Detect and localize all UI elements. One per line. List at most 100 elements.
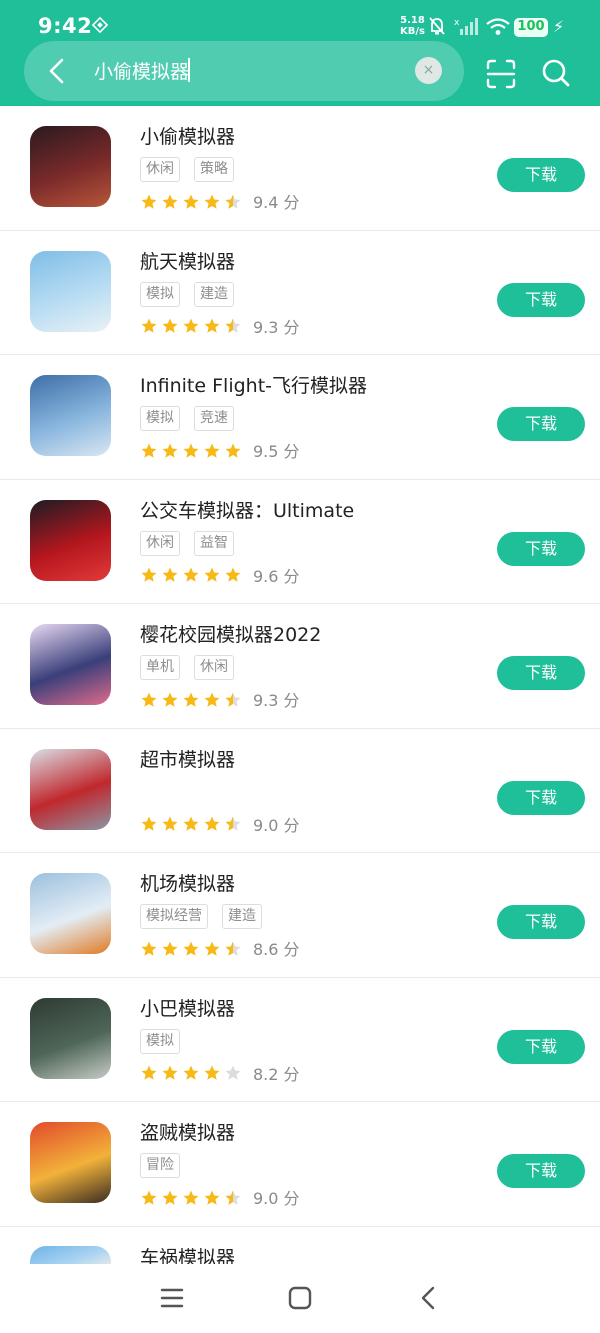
star-filled-icon xyxy=(204,1190,220,1205)
list-item[interactable]: Infinite Flight-飞行模拟器 模拟 竞速 9.5 分下载 xyxy=(0,355,600,480)
star-half-icon xyxy=(225,941,241,956)
score-unit: 分 xyxy=(283,940,300,959)
list-item[interactable]: 公交车模拟器：Ultimate 休闲 益智 9.6 分下载 xyxy=(0,480,600,604)
star-rating xyxy=(140,1187,245,1207)
download-button[interactable]: 下载 xyxy=(497,656,585,690)
star-filled-icon xyxy=(204,194,220,209)
list-item[interactable]: 盗贼模拟器 冒险 9.0 分 下载 xyxy=(0,1102,600,1227)
app-tags: 休闲 益智 xyxy=(140,530,248,556)
download-button[interactable]: 下载 xyxy=(497,158,585,192)
app-icon[interactable] xyxy=(30,873,111,954)
app-name: 小偷模拟器 xyxy=(140,126,236,148)
score-value: 9.4 xyxy=(253,193,279,212)
star-rating xyxy=(140,938,245,958)
app-rating: 9.0 分 xyxy=(140,812,300,838)
list-item[interactable]: 小偷模拟器休闲 策略 9.4 分 下载 xyxy=(0,106,600,231)
app-tags: 模拟 xyxy=(140,1028,194,1054)
download-button[interactable]: 下载 xyxy=(497,407,585,441)
star-half-icon xyxy=(225,318,241,333)
app-tags: 单机 休闲 xyxy=(140,655,248,680)
list-item[interactable]: 樱花校园模拟器2022 单机 休闲 9.3 分 下载 xyxy=(0,604,600,729)
score-unit: 分 xyxy=(283,815,300,835)
star-rating xyxy=(140,1063,245,1083)
star-half-icon xyxy=(225,1190,241,1205)
app-list: 小偷模拟器 休闲 策略 9.4 分下载 航天模拟器 模拟 建造 9.3 分下载 Infinite… xyxy=(0,106,600,1272)
app-icon[interactable] xyxy=(30,499,111,581)
search-input[interactable]: 小偷模拟器 xyxy=(94,57,189,84)
app-tag: 模拟 xyxy=(140,406,180,431)
app-score: 9.3 分 xyxy=(253,314,300,338)
app-tag: 竞速 xyxy=(194,406,234,431)
app-score: 8.2 分 xyxy=(253,1061,300,1085)
back-triangle-icon[interactable] xyxy=(412,1282,444,1314)
score-unit: 分 xyxy=(283,317,300,337)
app-name: 超市模拟器 xyxy=(140,748,236,771)
star-rating xyxy=(140,565,245,585)
download-button[interactable]: 下载 xyxy=(497,1029,585,1064)
app-tag: 休闲 xyxy=(140,530,180,556)
star-half-icon xyxy=(225,194,241,209)
app-tag: 建造 xyxy=(222,904,262,929)
list-item[interactable]: 航天模拟器模拟 建造 9.3 分 下载 xyxy=(0,231,600,355)
net-speed-unit: KB/s xyxy=(400,26,425,37)
mute-bell-icon xyxy=(429,17,445,35)
download-button[interactable]: 下载 xyxy=(497,531,585,566)
signal-icon: x xyxy=(454,18,478,35)
app-tags: 模拟 建造 xyxy=(140,281,248,307)
score-unit: 分 xyxy=(283,1064,300,1084)
score-value: 9.3 xyxy=(253,691,279,710)
star-filled-icon xyxy=(141,692,157,707)
star-filled-icon xyxy=(183,1190,199,1205)
app-name: 樱花校园模拟器2022 xyxy=(140,624,322,646)
app-name: 航天模拟器 xyxy=(140,250,236,273)
app-tags: 休闲 策略 xyxy=(140,157,248,182)
app-tag: 冒险 xyxy=(140,1153,180,1178)
star-filled-icon xyxy=(183,194,199,209)
score-value: 9.3 xyxy=(253,317,279,337)
star-filled-icon xyxy=(162,1065,178,1080)
star-filled-icon xyxy=(162,692,178,707)
score-value: 9.5 xyxy=(253,442,279,461)
app-icon[interactable] xyxy=(30,1122,111,1203)
status-bar: 9:42 5.18 KB/s x 100 ⚡ xyxy=(0,0,600,44)
search-bar[interactable] xyxy=(24,41,464,101)
navigation-bar xyxy=(0,1264,600,1333)
star-filled-icon xyxy=(141,194,157,209)
scan-icon[interactable] xyxy=(485,58,517,90)
download-button[interactable]: 下载 xyxy=(497,282,585,317)
star-half-icon xyxy=(225,816,241,831)
app-icon[interactable] xyxy=(30,624,111,705)
app-icon[interactable] xyxy=(30,126,111,207)
app-rating: 8.2 分 xyxy=(140,1061,300,1087)
app-tag: 单机 xyxy=(140,655,180,680)
download-button[interactable]: 下载 xyxy=(497,1154,585,1188)
app-icon[interactable] xyxy=(30,748,111,830)
app-tag: 策略 xyxy=(194,157,234,182)
app-rating: 9.4 分 xyxy=(140,189,300,215)
menu-icon[interactable] xyxy=(156,1282,188,1314)
app-icon[interactable] xyxy=(30,375,111,456)
search-icon[interactable] xyxy=(540,57,572,89)
chevron-left-icon[interactable] xyxy=(42,55,74,87)
list-item[interactable]: 机场模拟器 模拟经营 建造 8.6 分 下载 xyxy=(0,853,600,978)
list-item[interactable]: 超市模拟器 9.0 分 下载 xyxy=(0,729,600,853)
app-rating: 9.3 分 xyxy=(140,687,300,713)
clear-search-button[interactable]: × xyxy=(415,57,442,84)
app-score: 9.6 分 xyxy=(253,563,300,587)
home-square-icon[interactable] xyxy=(284,1282,316,1314)
star-filled-icon xyxy=(162,318,178,333)
score-value: 8.2 xyxy=(253,1064,279,1084)
download-button[interactable]: 下载 xyxy=(497,780,585,815)
app-icon[interactable] xyxy=(30,997,111,1079)
star-filled-icon xyxy=(225,443,241,458)
app-score: 9.5 分 xyxy=(253,438,300,462)
download-button[interactable]: 下载 xyxy=(497,905,585,939)
app-tag: 模拟经营 xyxy=(140,904,208,929)
star-filled-icon xyxy=(204,1065,220,1080)
app-tag: 模拟 xyxy=(140,281,180,307)
star-rating xyxy=(140,440,245,460)
star-filled-icon xyxy=(183,816,199,831)
score-value: 9.6 xyxy=(253,566,279,586)
app-icon[interactable] xyxy=(30,250,111,332)
list-item[interactable]: 小巴模拟器 模拟 8.2 分 下载 xyxy=(0,978,600,1102)
